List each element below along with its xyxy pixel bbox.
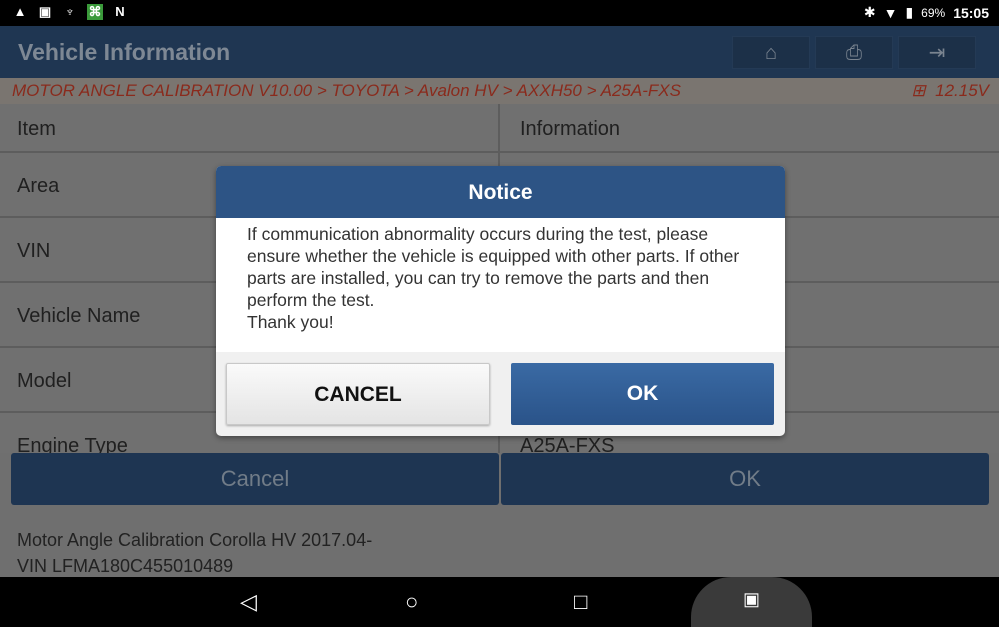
row-item: Vehicle Name [17,305,141,327]
clock: 15:05 [953,4,989,21]
footer-line-1: Motor Angle Calibration Corolla HV 2017.… [17,530,373,550]
print-button[interactable]: ⎙ [815,36,893,69]
print-icon: ⎙ [846,42,862,64]
row-info: A25A-FXS [520,435,615,453]
notice-dialog: Notice If communication abnormality occu… [216,166,785,436]
page-title: Vehicle Information [18,39,231,65]
battery-icon: ▮ [905,4,914,20]
app-icon: ⌘ [87,4,103,20]
bluetooth-icon: ✱ [863,4,876,20]
cancel-button[interactable]: Cancel [11,453,499,505]
row-item: Model [17,370,72,392]
n-icon: N [115,4,125,19]
footer-info: Motor Angle Calibration Corolla HV 2017.… [17,527,372,579]
wifi-icon: ▼ [883,4,898,21]
dialog-ok-button[interactable]: OK [511,363,774,425]
home-icon: ⌂ [764,42,778,64]
row-item: Area [17,175,60,197]
breadcrumb-path: MOTOR ANGLE CALIBRATION V10.00 > TOYOTA … [12,81,681,100]
row-item: Engine Type [17,435,128,453]
exit-button[interactable]: ⇥ [898,36,976,69]
screenshot-icon: ▣ [743,589,761,609]
bottom-button-bar: Cancel OK [11,453,989,505]
column-header-information: Information [520,118,621,140]
stethoscope-icon: ♆ [65,4,75,19]
app-header: Vehicle Information ⌂ ⎙ ⇥ [0,26,999,78]
recents-icon[interactable]: □ [574,589,587,615]
image-icon: ▣ [38,4,52,19]
voltage-readout: ⊞ 12.15V [911,81,989,101]
navigation-bar: ◁ ○ □ [0,577,999,627]
dialog-body: If communication abnormality occurs duri… [216,218,785,352]
column-header-item: Item [17,118,56,140]
exit-icon: ⇥ [928,42,946,64]
status-bar: ▲ ▣ ♆ ⌘ N ✱ ▼ ▮ 69% 15:05 [0,0,999,26]
battery-level: 69% [921,5,946,20]
home-button[interactable]: ⌂ [732,36,810,69]
screenshot-button[interactable]: ▣ [691,577,812,627]
dialog-message: If communication abnormality occurs duri… [247,224,740,310]
dialog-thanks: Thank you! [247,312,334,332]
ok-button[interactable]: OK [501,453,989,505]
warning-icon: ▲ [13,4,27,19]
breadcrumb: MOTOR ANGLE CALIBRATION V10.00 > TOYOTA … [0,78,999,104]
back-icon[interactable]: ◁ [240,589,257,615]
home-circle-icon[interactable]: ○ [405,589,418,615]
dialog-title: Notice [216,166,785,218]
footer-line-2: VIN LFMA180C455010489 [17,556,234,576]
row-item: VIN [17,240,51,262]
dialog-cancel-button[interactable]: CANCEL [226,363,490,425]
voltage-value: 12.15V [935,81,989,100]
battery-voltage-icon: ⊞ [911,81,926,100]
